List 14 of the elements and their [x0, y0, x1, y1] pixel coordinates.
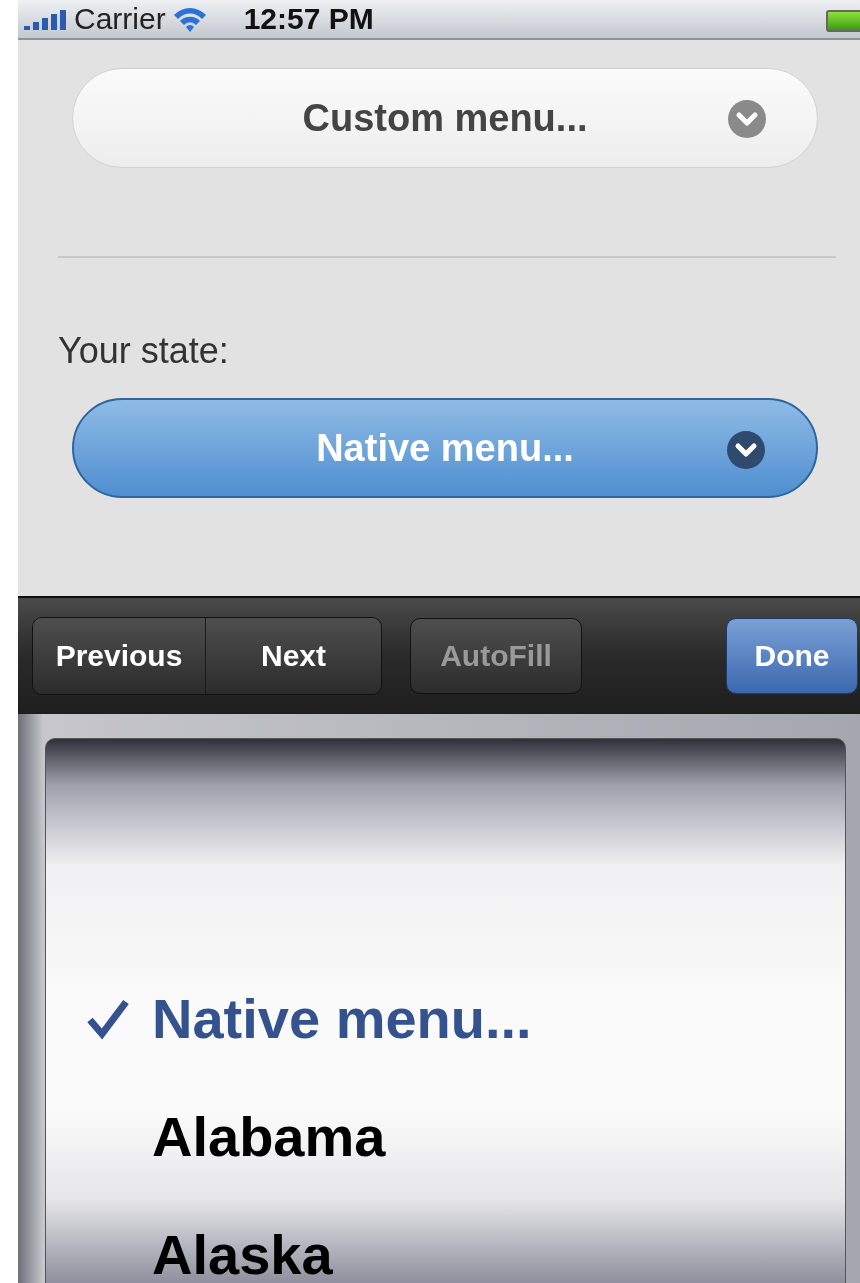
done-button[interactable]: Done	[726, 618, 858, 694]
picker-option[interactable]: Alabama	[46, 1077, 845, 1195]
toolbar-button[interactable]: Previous	[33, 618, 205, 694]
chevron-down-icon	[727, 99, 767, 139]
picker-option[interactable]: Alaska	[46, 1195, 845, 1283]
toolbar-button[interactable]: Next	[205, 618, 381, 694]
carrier-label: Carrier	[74, 2, 166, 36]
picker-option[interactable]: Native menu...	[46, 959, 845, 1077]
chevron-down-icon	[726, 430, 766, 470]
signal-icon	[24, 8, 68, 30]
custom-menu-select[interactable]: Custom menu...	[72, 68, 818, 168]
field-label: Your state:	[58, 330, 230, 372]
clock-time: 12:57 PM	[243, 2, 374, 36]
battery-icon	[826, 10, 860, 32]
